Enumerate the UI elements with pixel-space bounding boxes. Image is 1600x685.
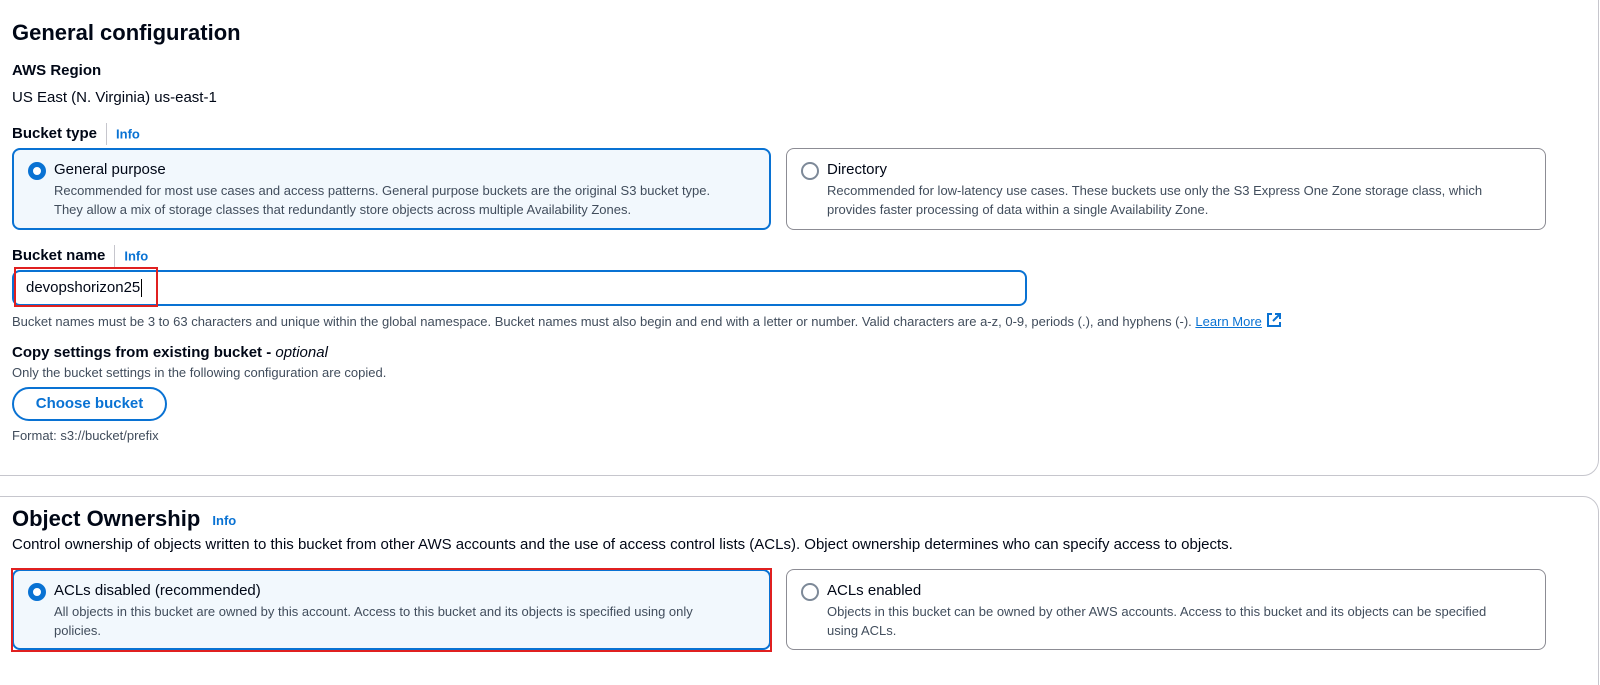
learn-more-link[interactable]: Learn More bbox=[1195, 313, 1281, 329]
bucket-type-label: Bucket type bbox=[12, 124, 98, 142]
choose-bucket-button[interactable]: Choose bucket bbox=[12, 387, 167, 421]
option-desc-line1: Recommended for most use cases and acces… bbox=[54, 183, 711, 198]
radio-unselected-icon[interactable] bbox=[801, 162, 819, 180]
option-desc-line1: All objects in this bucket are owned by … bbox=[54, 604, 693, 619]
bucket-type-header: Bucket type Info bbox=[12, 123, 140, 145]
option-desc-line2: They allow a mix of storage classes that… bbox=[54, 202, 632, 217]
object-ownership-description: Control ownership of objects written to … bbox=[12, 536, 1233, 553]
aws-region-label: AWS Region bbox=[12, 62, 102, 79]
option-desc-line2: using ACLs. bbox=[827, 623, 897, 638]
bucket-type-general-purpose-option[interactable]: General purpose Recommended for most use… bbox=[12, 148, 771, 230]
object-ownership-info-link[interactable]: Info bbox=[212, 513, 236, 528]
aws-region-value: US East (N. Virginia) us-east-1 bbox=[12, 89, 217, 106]
bucket-name-info-link[interactable]: Info bbox=[124, 249, 148, 264]
text-caret bbox=[141, 279, 143, 298]
learn-more-label: Learn More bbox=[1195, 314, 1262, 329]
copy-settings-header: Copy settings from existing bucket - opt… bbox=[12, 344, 328, 361]
object-ownership-title: Object Ownership bbox=[12, 506, 201, 531]
option-title: General purpose bbox=[54, 161, 166, 178]
general-configuration-title: General configuration bbox=[12, 20, 241, 45]
copy-settings-description: Only the bucket settings in the followin… bbox=[12, 365, 387, 380]
bucket-name-input-value: devopshorizon25 bbox=[26, 279, 141, 296]
bucket-name-help-text: Bucket names must be 3 to 63 characters … bbox=[12, 312, 1282, 329]
radio-selected-icon[interactable] bbox=[28, 583, 46, 601]
bucket-type-info-link[interactable]: Info bbox=[116, 127, 140, 142]
object-ownership-header: Object Ownership Info bbox=[12, 506, 236, 532]
bucket-name-header: Bucket name Info bbox=[12, 245, 148, 267]
info-separator bbox=[114, 245, 116, 267]
option-desc-line1: Objects in this bucket can be owned by o… bbox=[827, 604, 1487, 619]
copy-settings-label: Copy settings from existing bucket - bbox=[12, 344, 276, 361]
external-link-icon bbox=[1266, 313, 1281, 327]
option-title: Directory bbox=[827, 161, 888, 178]
bucket-type-directory-option[interactable]: Directory Recommended for low-latency us… bbox=[786, 148, 1546, 230]
info-separator bbox=[106, 123, 108, 145]
bucket-name-constraints: Bucket names must be 3 to 63 characters … bbox=[12, 314, 1192, 329]
acls-disabled-option[interactable]: ACLs disabled (recommended) All objects … bbox=[12, 569, 771, 650]
acls-enabled-option[interactable]: ACLs enabled Objects in this bucket can … bbox=[786, 569, 1546, 650]
option-desc-line2: provides faster processing of data withi… bbox=[827, 202, 1209, 217]
option-title: ACLs disabled (recommended) bbox=[54, 582, 261, 599]
general-configuration-panel bbox=[0, 0, 1599, 476]
radio-selected-icon[interactable] bbox=[28, 162, 46, 180]
option-title: ACLs enabled bbox=[827, 582, 922, 599]
radio-unselected-icon[interactable] bbox=[801, 583, 819, 601]
option-desc-line1: Recommended for low-latency use cases. T… bbox=[827, 183, 1483, 198]
bucket-name-input[interactable]: devopshorizon25 bbox=[12, 270, 1027, 306]
copy-settings-optional: optional bbox=[275, 344, 328, 361]
format-hint: Format: s3://bucket/prefix bbox=[12, 428, 159, 443]
bucket-name-label: Bucket name bbox=[12, 246, 106, 264]
option-desc-line2: policies. bbox=[54, 623, 101, 638]
